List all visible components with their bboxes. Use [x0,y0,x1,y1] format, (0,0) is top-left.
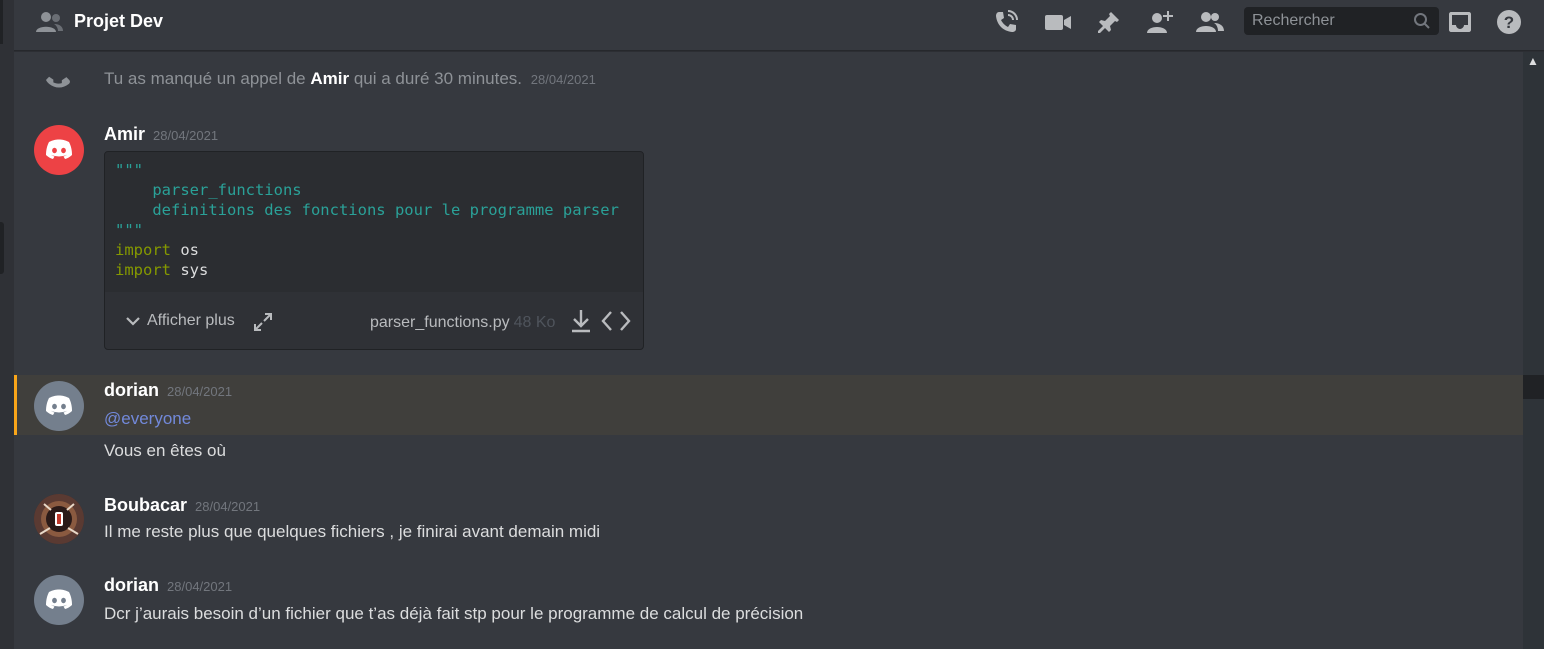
code-preview: """ parser_functions definitions des fon… [105,152,643,292]
message-author: Boubacar 28/04/2021 [104,495,260,516]
left-panel-edge [0,0,14,649]
download-icon[interactable] [569,308,593,334]
file-size: 48 Ko [513,314,556,331]
start-voice-call-button[interactable] [992,9,1020,35]
inbox-icon [1449,12,1471,32]
file-name: parser_functions.py [370,314,510,331]
message-text: Il me reste plus que quelques fichiers ,… [104,522,601,541]
search-input[interactable] [1244,7,1402,35]
add-member-icon [1147,11,1173,33]
missed-call-icon [46,76,70,88]
pin-icon [1098,12,1119,33]
missed-call-message: Tu as manqué un appel de Amir qui a duré… [104,69,596,89]
code-attachment: """ parser_functions definitions des fon… [104,151,644,350]
panel-edge-notch [0,0,3,44]
avatar[interactable] [34,575,84,625]
author-name[interactable]: dorian [104,380,159,400]
message-text: Dcr j’aurais besoin d’un fichier que t’a… [104,604,804,623]
scroll-up-arrow-icon[interactable]: ▲ [1527,54,1539,68]
inbox-button[interactable] [1446,9,1474,35]
member-list-icon [1196,12,1224,32]
missed-call-prefix: Tu as manqué un appel de [104,69,311,88]
expand-fullscreen-icon[interactable] [253,312,273,332]
show-more-button[interactable]: Afficher plus [125,312,235,330]
user-photo-avatar [34,494,84,544]
search-icon [1414,13,1430,29]
scrollbar-thumb[interactable] [1523,375,1544,399]
code-line: """ [115,161,143,179]
phone-call-icon [996,10,1018,32]
channel-header: Projet Dev Rechercher ? [14,0,1544,51]
message-author: dorian 28/04/2021 [104,575,232,596]
code-line: parser_functions [115,181,302,199]
author-name[interactable]: dorian [104,575,159,595]
timestamp: 28/04/2021 [167,384,233,399]
start-video-call-button[interactable] [1044,9,1072,35]
caller-name[interactable]: Amir [310,69,349,88]
help-button[interactable]: ? [1495,9,1523,35]
add-member-button[interactable] [1146,9,1174,35]
video-icon [1045,15,1071,30]
avatar[interactable] [34,494,84,544]
message-list: Tu as manqué un appel de Amir qui a duré… [14,52,1523,649]
avatar[interactable] [34,381,84,431]
timestamp: 28/04/2021 [167,579,233,594]
message-author: dorian 28/04/2021 [104,380,232,401]
svg-text:?: ? [1504,13,1514,32]
avatar[interactable] [34,125,84,175]
discord-logo-icon [46,395,72,415]
code-line-import-os: import os [115,241,199,259]
message-text: Vous en êtes où [104,441,226,460]
view-code-icon[interactable] [601,310,631,332]
panel-edge-handle [0,222,4,274]
discord-logo-icon [46,589,72,609]
timestamp: 28/04/2021 [195,499,261,514]
show-more-label: Afficher plus [147,312,235,329]
code-line-import-sys: import sys [115,261,209,279]
attachment-footer: Afficher plus parser_functions.py 48 Ko [105,292,643,349]
mention-highlight-row [14,375,1523,435]
search-box[interactable] [1244,7,1439,35]
discord-logo-icon [46,139,72,159]
people-icon [36,12,63,32]
member-list-button[interactable] [1196,9,1224,35]
chevron-down-icon [126,317,140,326]
everyone-mention[interactable]: @everyone [104,409,191,429]
author-name[interactable]: Boubacar [104,495,187,515]
scrollbar-track[interactable] [1523,52,1544,649]
missed-call-suffix: qui a duré 30 minutes. [349,69,523,88]
code-line: definitions des fonctions pour le progra… [115,201,619,219]
attachment-filename: parser_functions.py 48 Ko [370,314,555,332]
timestamp: 28/04/2021 [153,128,219,143]
timestamp: 28/04/2021 [530,72,596,87]
page-title: Projet Dev [74,11,164,31]
code-line: """ [115,221,143,239]
message-author: Amir 28/04/2021 [104,124,218,145]
help-icon: ? [1497,10,1521,34]
pinned-messages-button[interactable] [1095,9,1123,35]
author-name[interactable]: Amir [104,124,145,144]
